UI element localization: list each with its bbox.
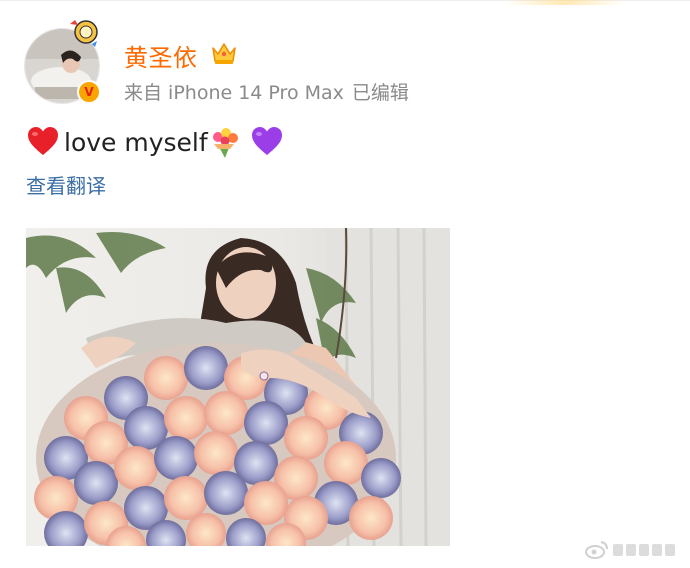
bouquet-emoji-icon <box>212 128 238 158</box>
post-meta: 来自 iPhone 14 Pro Max 已编辑 <box>124 78 409 105</box>
top-decoration <box>505 0 625 5</box>
post-text: love myself <box>26 122 284 162</box>
weibo-watermark-icon <box>585 541 608 559</box>
purple-heart-emoji-icon <box>251 127 282 155</box>
translate-link[interactable]: 查看翻译 <box>26 170 106 199</box>
author-avatar[interactable]: V <box>24 20 102 106</box>
weibo-watermark <box>585 538 685 562</box>
verified-badge-icon: V <box>77 80 101 104</box>
author-name[interactable]: 黄圣依 <box>124 38 198 73</box>
post-text-content: love myself <box>64 127 208 157</box>
red-heart-emoji-icon <box>28 127 58 155</box>
weibo-watermark-text-icon <box>613 544 675 556</box>
post-image[interactable] <box>26 228 450 546</box>
crown-icon <box>212 43 236 64</box>
avatar-pendant-icon <box>70 20 98 47</box>
post-edited-label[interactable]: 已编辑 <box>352 82 409 104</box>
post-source: 来自 iPhone 14 Pro Max <box>124 82 344 104</box>
